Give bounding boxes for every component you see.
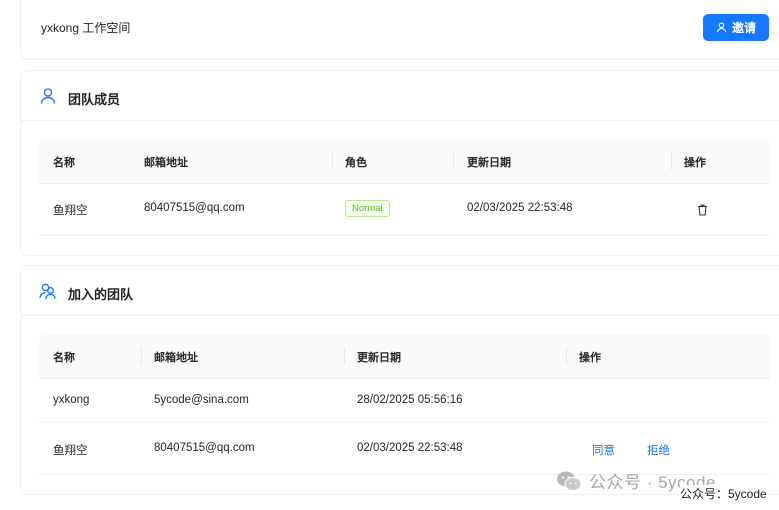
team-members-header: 团队成员	[21, 71, 779, 121]
team-name: yxkong	[53, 394, 90, 406]
team-updated: 28/02/2025 05:56:16	[357, 394, 463, 406]
column-divider	[332, 152, 333, 170]
table-header: 名称 邮箱地址 角色 更新日期 操作	[39, 139, 770, 184]
table-row: yxkong 5ycode@sina.com 28/02/2025 05:56:…	[39, 379, 770, 423]
wechat-icon	[557, 471, 582, 491]
column-divider	[453, 152, 454, 170]
column-divider	[344, 347, 345, 365]
team-icon	[39, 283, 56, 299]
column-header-name: 名称	[53, 157, 75, 169]
member-updated: 02/03/2025 22:53:48	[467, 202, 573, 214]
accept-link[interactable]: 同意	[592, 442, 615, 458]
joined-teams-table: 名称 邮箱地址 更新日期 操作 yxkong 5ycode@sina.com 2…	[39, 334, 770, 475]
trash-icon[interactable]	[697, 204, 708, 216]
team-members-table: 名称 邮箱地址 角色 更新日期 操作 鱼翔空 80407515@qq.com N…	[39, 139, 770, 236]
column-header-email: 邮箱地址	[154, 352, 198, 364]
user-icon	[40, 88, 56, 104]
table-header: 名称 邮箱地址 更新日期 操作	[39, 334, 770, 379]
table-row: 鱼翔空 80407515@qq.com Normal 02/03/2025 22…	[39, 184, 770, 236]
column-divider	[141, 347, 142, 365]
column-header-actions: 操作	[684, 157, 706, 169]
team-members-title: 团队成员	[68, 92, 121, 107]
column-header-role: 角色	[345, 157, 367, 169]
workspace-title: yxkong 工作空间	[41, 21, 131, 35]
team-email: 5ycode@sina.com	[154, 394, 249, 406]
joined-teams-card: 加入的团队 名称 邮箱地址 更新日期 操作 yxkong 5ycode@sina…	[20, 265, 779, 495]
column-header-updated: 更新日期	[467, 157, 511, 169]
user-icon	[716, 22, 727, 33]
team-name: 鱼翔空	[53, 445, 88, 457]
invite-label: 邀请	[731, 21, 756, 35]
joined-teams-header: 加入的团队	[21, 266, 779, 316]
member-email: 80407515@qq.com	[144, 202, 245, 214]
workspace-header-card: yxkong 工作空间 邀请	[20, 0, 779, 60]
role-badge: Normal	[345, 200, 390, 217]
team-email: 80407515@qq.com	[154, 442, 255, 454]
invite-button[interactable]: 邀请	[703, 14, 769, 41]
column-header-email: 邮箱地址	[144, 157, 188, 169]
column-header-actions: 操作	[579, 352, 601, 364]
team-members-card: 团队成员 名称 邮箱地址 角色 更新日期 操作 鱼翔空 80407515@qq.…	[20, 70, 779, 256]
reject-link[interactable]: 拒绝	[647, 442, 670, 458]
team-updated: 02/03/2025 22:53:48	[357, 442, 463, 454]
column-header-updated: 更新日期	[357, 352, 401, 364]
column-divider	[566, 347, 567, 365]
member-name: 鱼翔空	[53, 205, 88, 217]
column-header-name: 名称	[53, 352, 75, 364]
watermark-caption: 公众号：5ycode	[680, 485, 767, 502]
column-divider	[671, 152, 672, 170]
joined-teams-title: 加入的团队	[68, 287, 134, 302]
